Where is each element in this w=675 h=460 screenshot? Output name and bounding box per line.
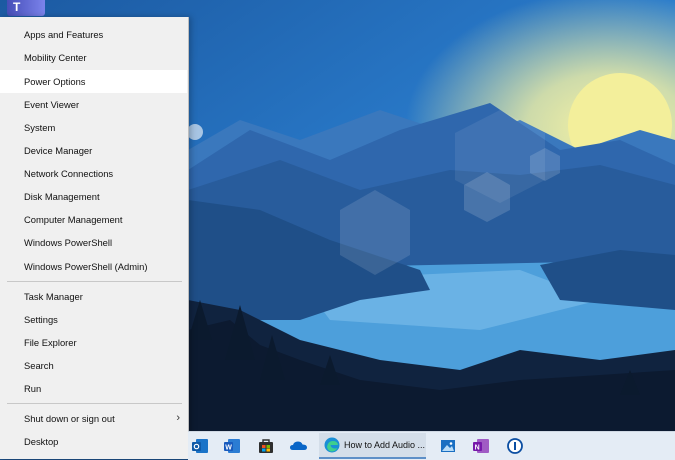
menu-item-apps-and-features[interactable]: Apps and Features	[0, 23, 187, 46]
edge-icon	[322, 435, 342, 455]
photos-icon[interactable]	[438, 436, 458, 456]
taskbar: W How to Add Audio ... N	[188, 431, 675, 460]
svg-text:N: N	[475, 445, 480, 452]
menu-item-event-viewer[interactable]: Event Viewer	[0, 93, 187, 116]
teams-letter: T	[13, 0, 21, 14]
menu-item-settings[interactable]: Settings	[0, 308, 187, 331]
menu-item-system[interactable]: System	[0, 116, 187, 139]
menu-item-disk-management[interactable]: Disk Management	[0, 185, 187, 208]
menu-item-windows-powershell[interactable]: Windows PowerShell	[0, 231, 187, 254]
onenote-icon[interactable]: N	[471, 436, 491, 456]
menu-separator	[7, 403, 182, 404]
outlook-icon[interactable]	[190, 436, 210, 456]
menu-item-windows-powershell-admin[interactable]: Windows PowerShell (Admin)	[0, 255, 187, 278]
menu-separator	[7, 281, 182, 282]
menu-item-task-manager[interactable]: Task Manager	[0, 285, 187, 308]
menu-item-search[interactable]: Search	[0, 354, 187, 377]
menu-item-run[interactable]: Run	[0, 377, 187, 400]
menu-item-mobility-center[interactable]: Mobility Center	[0, 46, 187, 69]
menu-item-network-connections[interactable]: Network Connections	[0, 162, 187, 185]
store-icon[interactable]	[256, 436, 276, 456]
menu-item-file-explorer[interactable]: File Explorer	[0, 331, 187, 354]
password-manager-icon[interactable]	[505, 436, 525, 456]
menu-item-computer-management[interactable]: Computer Management	[0, 208, 187, 231]
word-icon[interactable]: W	[222, 436, 242, 456]
chevron-right-icon: ›	[176, 412, 180, 424]
menu-item-label: Shut down or sign out	[24, 413, 115, 424]
onedrive-icon[interactable]	[289, 436, 309, 456]
teams-desktop-icon[interactable]: T	[7, 0, 45, 16]
menu-item-device-manager[interactable]: Device Manager	[0, 139, 187, 162]
edge-window-title: How to Add Audio ...	[344, 440, 426, 450]
menu-item-shut-down-or-sign-out[interactable]: Shut down or sign out ›	[0, 407, 187, 430]
svg-text:W: W	[225, 445, 232, 452]
menu-item-power-options[interactable]: Power Options	[0, 70, 187, 93]
edge-taskbar-button[interactable]: How to Add Audio ...	[319, 433, 426, 459]
quick-link-menu: Apps and Features Mobility Center Power …	[0, 17, 189, 459]
menu-item-desktop[interactable]: Desktop	[0, 430, 187, 453]
